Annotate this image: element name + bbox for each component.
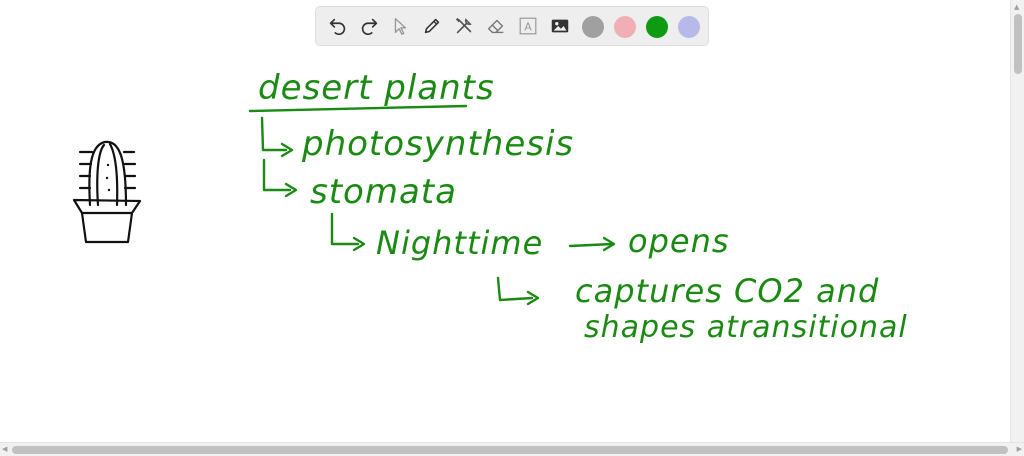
horizontal-scrollbar[interactable]: ◀ ▶ bbox=[0, 442, 1024, 456]
note-line-captures: captures CO2 and bbox=[575, 272, 880, 310]
svg-text:A: A bbox=[524, 21, 532, 34]
eraser-icon bbox=[487, 19, 504, 34]
redo-icon bbox=[361, 18, 378, 36]
whiteboard-app: desert plants photosynthesis stomata Nig… bbox=[0, 0, 1024, 456]
pen-icon bbox=[424, 18, 440, 34]
drawing-toolbar: A bbox=[315, 6, 709, 46]
pen-button[interactable] bbox=[420, 14, 444, 38]
note-title: desert plants bbox=[258, 68, 495, 108]
drawing-canvas[interactable]: desert plants photosynthesis stomata Nig… bbox=[0, 0, 1010, 440]
redo-button[interactable] bbox=[357, 14, 381, 38]
tools-icon bbox=[455, 17, 472, 34]
scroll-up-icon[interactable]: ▲ bbox=[1014, 0, 1019, 14]
image-icon bbox=[551, 19, 569, 33]
text-icon: A bbox=[519, 17, 537, 35]
note-line-photosynthesis: photosynthesis bbox=[302, 124, 575, 164]
undo-button[interactable] bbox=[326, 14, 350, 38]
color-swatch-lavender[interactable] bbox=[678, 16, 700, 38]
undo-icon bbox=[329, 18, 346, 36]
image-button[interactable] bbox=[548, 14, 572, 38]
note-line-stomata: stomata bbox=[310, 172, 457, 212]
eraser-button[interactable] bbox=[484, 14, 508, 38]
tools-button[interactable] bbox=[452, 14, 476, 38]
color-swatch-pink[interactable] bbox=[614, 16, 636, 38]
vertical-scrollbar[interactable]: ▲ bbox=[1010, 0, 1024, 442]
pointer-icon bbox=[394, 17, 407, 35]
scroll-left-icon[interactable]: ◀ bbox=[2, 442, 7, 456]
color-swatch-green[interactable] bbox=[646, 16, 668, 38]
note-line-opens: opens bbox=[628, 222, 730, 260]
horizontal-scroll-thumb[interactable] bbox=[12, 446, 1008, 454]
color-swatch-gray[interactable] bbox=[582, 16, 604, 38]
select-button[interactable] bbox=[388, 14, 412, 38]
text-button[interactable]: A bbox=[516, 14, 540, 38]
note-line-nighttime: Nighttime bbox=[376, 224, 544, 262]
scroll-right-icon[interactable]: ▶ bbox=[1017, 442, 1022, 456]
ink-strokes bbox=[248, 104, 616, 306]
vertical-scroll-thumb[interactable] bbox=[1014, 14, 1022, 74]
note-line-shapes: shapes atransitional bbox=[584, 310, 908, 345]
